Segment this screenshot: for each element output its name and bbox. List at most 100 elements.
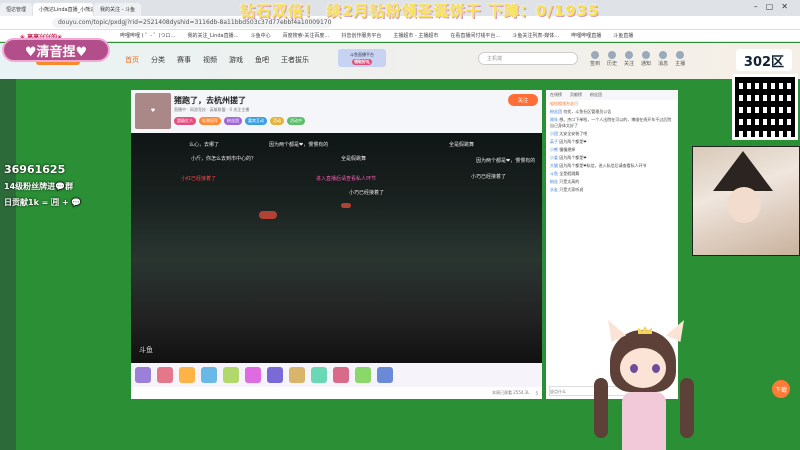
qr-code xyxy=(732,74,798,140)
chat-message: 粉丝团 勿扰，斗鱼社区管理员公告 xyxy=(546,108,678,116)
crown-icon xyxy=(638,326,652,334)
gift-icon[interactable] xyxy=(311,367,327,383)
nav-video[interactable]: 视频 xyxy=(203,55,217,65)
download-float-button[interactable]: 下载 xyxy=(772,380,790,398)
window-controls[interactable]: –▢✕ xyxy=(754,2,796,11)
main-nav: 首页 分类 赛事 视频 游戏 鱼吧 王者拔乐 xyxy=(125,55,309,65)
browser-tab-active[interactable]: 小熊达Linda直播_小熊达Linda在… xyxy=(33,3,94,16)
chat-nick[interactable]: 水友 xyxy=(550,187,558,192)
header-icon-follow[interactable]: 关注 xyxy=(624,51,634,67)
chat-nick[interactable]: 粉丝团 xyxy=(550,109,562,114)
chat-nick[interactable]: 周年 xyxy=(550,117,558,122)
avatar-eye xyxy=(652,364,660,373)
weekly-watch: 本周已观看 2554.3L xyxy=(491,390,530,395)
chat-nick[interactable]: 小爱 xyxy=(550,155,558,160)
gift-icon[interactable] xyxy=(157,367,173,383)
gift-icon[interactable] xyxy=(223,367,239,383)
nav-events[interactable]: 赛事 xyxy=(177,55,191,65)
danmaku: 因为两个都是❤，慢慢有的 xyxy=(269,142,329,148)
screen: 恒达管理 小熊达Linda直播_小熊达Linda在… 我的关注 - 斗鱼 –▢✕… xyxy=(0,0,800,450)
header-icon-history[interactable]: 历史 xyxy=(607,51,617,67)
room-tag[interactable]: 活动 xyxy=(270,117,284,125)
avatar-body xyxy=(622,392,666,450)
danmaku: 全是假跳舞 xyxy=(449,142,475,148)
danmaku: 么心，去哪了 xyxy=(189,142,220,148)
room-tag[interactable]: 嘉宾互动 xyxy=(245,117,267,125)
chat-nick[interactable]: 小熊 xyxy=(550,147,558,152)
room-tag[interactable]: 活动中 xyxy=(287,117,305,125)
stats-fan-level: 14级粉丝牌进💬群 xyxy=(4,182,74,191)
tab-contrib-rank[interactable]: 贡献榜 xyxy=(570,92,582,98)
room-tag[interactable]: 超级红人 xyxy=(174,117,196,125)
chat-message: 粉丝 只是太高的 xyxy=(546,178,678,186)
bookmarks-bar: 哔哩哔哩 ( ゜- ゜)つロ… 我的关注_Linda直播… 斗鱼中心 百度搜索-… xyxy=(0,30,800,42)
chat-nick[interactable]: 英子 xyxy=(550,139,558,144)
gift-icon[interactable] xyxy=(201,367,217,383)
nav-games[interactable]: 游戏 xyxy=(229,55,243,65)
tab-fans[interactable]: 粉丝团 xyxy=(590,92,602,98)
room-tag[interactable]: 粉丝团 xyxy=(224,117,242,125)
danmaku: 因为两个都是❤，慢慢有的 xyxy=(476,158,536,164)
chat-text: 只是大家听说 xyxy=(559,187,584,192)
bookmark[interactable]: 斗鱼关注列表-媒体… xyxy=(512,32,559,39)
chat-text: 因为两个都是❤私信，进入私信后请查看私人环节 xyxy=(559,163,647,168)
bookmark[interactable]: 在看直播间付钱平台… xyxy=(450,32,500,39)
gift-icon[interactable] xyxy=(245,367,261,383)
gift-icon[interactable] xyxy=(267,367,283,383)
bookmark[interactable]: 哔哩哔哩直播 xyxy=(571,32,601,39)
header-icon-notify[interactable]: 通知 xyxy=(641,51,651,67)
anchor-avatar[interactable]: ♥ xyxy=(135,93,171,129)
promo-banner-button[interactable]: 领取好礼 xyxy=(352,58,372,65)
browser-tab[interactable]: 恒达管理 xyxy=(0,3,33,16)
avatar-twintail xyxy=(680,378,694,438)
room-header: ♥ 猪跑了，去杭州搓了 直播中 · 网游竞技 · 英雄联盟 · 0 关注主播 超… xyxy=(131,90,542,133)
nav-home[interactable]: 首页 xyxy=(125,55,139,65)
chat-text: 因为两个都是❤ xyxy=(559,139,587,144)
bookmark[interactable]: 斗鱼中心 xyxy=(251,32,271,39)
header-icon-checkin[interactable]: 签到 xyxy=(590,51,600,67)
chat-nick[interactable]: 大猫 xyxy=(550,163,558,168)
avatar-eye xyxy=(630,364,638,373)
chat-message: 小团 太安全安装了吧 xyxy=(546,130,678,138)
gift-icon[interactable] xyxy=(179,367,195,383)
header-icon-message[interactable]: 消息 xyxy=(658,51,668,67)
bookmark[interactable]: 斗鱼直播 xyxy=(613,32,633,39)
browser-tab[interactable]: 我的关注 - 斗鱼 xyxy=(94,3,141,16)
chat-nick[interactable]: 粉丝 xyxy=(550,179,558,184)
tab-online-rank[interactable]: 在线榜 xyxy=(550,92,562,98)
chat-nick[interactable]: 斗鱼 xyxy=(550,171,558,176)
promo-banner[interactable]: 斗鱼直播平台 领取好礼 xyxy=(338,49,386,67)
gift-icon[interactable] xyxy=(333,367,349,383)
taillight xyxy=(259,211,277,219)
bookmark[interactable]: 抖音创作服务平台 xyxy=(341,32,381,39)
zone-badge: 302区 xyxy=(736,49,792,71)
bookmark[interactable]: 哔哩哔哩 ( ゜- ゜)つロ… xyxy=(120,32,175,39)
chat-message: 英子 因为两个都是❤ xyxy=(546,138,678,146)
chat-text: 因为两个都是❤ xyxy=(559,155,587,160)
video-player[interactable]: 么心，去哪了 小斤，你怎么去到市中心的？ 因为两个都是❤，慢慢有的 全是假跳舞 … xyxy=(131,133,542,363)
bookmark[interactable]: 我的关注_Linda直播… xyxy=(187,32,238,39)
nav-category[interactable]: 分类 xyxy=(151,55,165,65)
gift-icon[interactable] xyxy=(289,367,305,383)
cam-face xyxy=(727,187,761,223)
history-icon xyxy=(608,51,617,59)
chat-nick[interactable]: 小团 xyxy=(550,131,558,136)
nav-king[interactable]: 王者拔乐 xyxy=(281,55,309,65)
gift-icon[interactable] xyxy=(377,367,393,383)
chat-text: 只是太高的 xyxy=(559,179,580,184)
chat-message: 大猫 因为两个都是❤私信，进入私信后请查看私人环节 xyxy=(546,162,678,170)
bookmark[interactable]: 主播超市 - 主播超市 xyxy=(393,32,438,39)
chat-message: 周年 想。杰口下单啦，一个人出院在可以的，博维在线开车不过后院自己身体太好了 xyxy=(546,116,678,130)
gift-icon[interactable] xyxy=(135,367,151,383)
gift-icon[interactable] xyxy=(355,367,371,383)
room-tag[interactable]: 礼物冠军 xyxy=(199,117,221,125)
nav-yuba[interactable]: 鱼吧 xyxy=(255,55,269,65)
search-input[interactable]: 主机端 xyxy=(478,52,578,65)
follow-button[interactable]: 关注 xyxy=(508,94,538,106)
chat-tabs: 在线榜 贡献榜 粉丝团 xyxy=(546,90,678,100)
room-meta: 直播中 · 网游竞技 · 英雄联盟 · 0 关注主播 xyxy=(174,107,250,112)
bookmark[interactable]: 百度搜索-关注百度… xyxy=(283,32,330,39)
message-icon xyxy=(659,51,668,59)
header-icon-streamer[interactable]: 主播 xyxy=(675,51,685,67)
top-banner: 钻石双倍！ 续2月钻粉领圣诞饼干 下蹲：0/1935 xyxy=(240,2,600,20)
